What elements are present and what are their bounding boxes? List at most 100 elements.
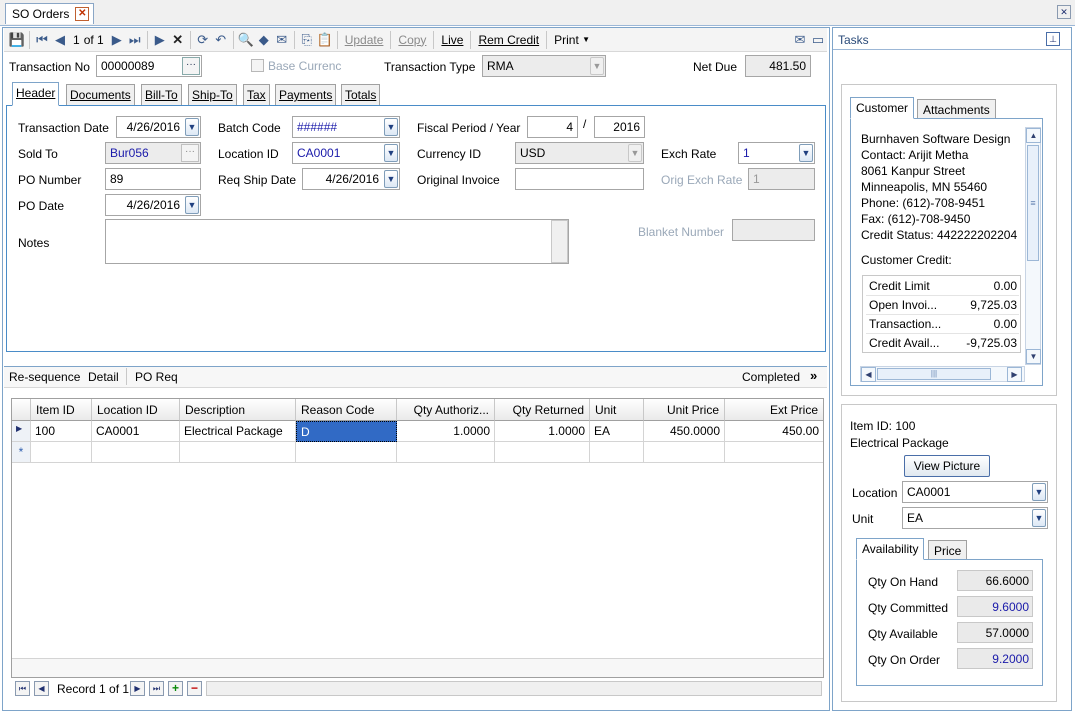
column-header-qty-authorized[interactable]: Qty Authoriz... xyxy=(397,399,495,421)
close-tab-icon[interactable]: ✕ xyxy=(75,7,90,21)
tab-header[interactable]: Header xyxy=(12,82,60,106)
email-icon[interactable]: ✉ xyxy=(273,30,291,50)
transaction-type-select[interactable]: RMA ▼ xyxy=(482,55,606,77)
column-header-item-id[interactable]: Item ID xyxy=(31,399,92,421)
copy-icon[interactable]: ⎘ xyxy=(298,30,316,50)
chevron-down-icon[interactable]: ▼ xyxy=(384,118,398,136)
po-date-input[interactable]: 4/26/2016 ▼ xyxy=(105,194,201,216)
live-button[interactable]: Live xyxy=(437,30,467,50)
location-id-select[interactable]: CA0001 ▼ xyxy=(292,142,400,164)
sold-to-input[interactable]: Bur056 ··· xyxy=(105,142,201,164)
po-req-button[interactable]: PO Req xyxy=(135,370,178,384)
table-cell[interactable]: 100 xyxy=(31,421,92,442)
chevron-down-icon[interactable]: ▼ xyxy=(1032,509,1046,527)
chevron-down-icon[interactable]: ▼ xyxy=(185,196,199,214)
add-record-icon[interactable]: + xyxy=(168,681,183,696)
scroll-left-icon[interactable]: ◀ xyxy=(861,367,876,382)
ellipsis-icon[interactable]: ··· xyxy=(182,57,200,75)
base-currency-checkbox[interactable] xyxy=(251,59,264,72)
chevron-down-icon[interactable]: ▼ xyxy=(384,144,398,162)
scroll-up-icon[interactable]: ▲ xyxy=(1026,128,1041,143)
table-cell[interactable]: 1.0000 xyxy=(495,421,590,442)
chevron-down-icon[interactable]: ▼ xyxy=(1032,483,1046,501)
notes-scrollbar[interactable] xyxy=(551,220,568,263)
close-window-icon[interactable]: ✕ xyxy=(1057,5,1071,19)
tab-totals[interactable]: Totals xyxy=(341,84,381,106)
view-picture-button[interactable]: View Picture xyxy=(904,455,990,477)
last-record-icon[interactable]: ⏭ xyxy=(149,681,164,696)
column-header-reason-code[interactable]: Reason Code xyxy=(296,399,397,421)
tab-documents[interactable]: Documents xyxy=(66,84,135,106)
po-number-input[interactable]: 89 xyxy=(105,168,201,190)
remove-record-icon[interactable]: − xyxy=(187,681,202,696)
update-button[interactable]: Update xyxy=(341,30,388,50)
preview-icon[interactable]: 🔍 xyxy=(237,30,255,50)
ellipsis-icon[interactable]: ··· xyxy=(181,144,199,162)
table-cell[interactable]: EA xyxy=(590,421,644,442)
first-record-icon[interactable]: ⏮ xyxy=(33,30,51,50)
chevron-down-icon[interactable]: ▼ xyxy=(185,118,199,136)
save-icon[interactable]: 💾 xyxy=(8,30,26,50)
qty-committed-value[interactable]: 9.6000 xyxy=(957,596,1033,617)
tab-bill-to[interactable]: Bill-To xyxy=(141,84,182,106)
rem-credit-button[interactable]: Rem Credit xyxy=(474,30,543,50)
tab-attachments[interactable]: Attachments xyxy=(917,99,996,119)
prev-record-icon[interactable]: ◀ xyxy=(34,681,49,696)
transaction-no-input[interactable]: 00000089 ··· xyxy=(96,55,202,77)
table-cell[interactable]: 450.00 xyxy=(725,421,823,442)
new-row-marker[interactable]: * xyxy=(12,442,31,463)
table-cell-selected[interactable]: D xyxy=(296,421,397,442)
next-record-icon[interactable]: ▶ xyxy=(130,681,145,696)
row-selector-icon[interactable]: ▶ xyxy=(12,421,31,442)
scroll-thumb[interactable]: ≡ xyxy=(1027,145,1039,261)
next-record-icon[interactable]: ▶ xyxy=(108,30,126,50)
transaction-date-input[interactable]: 4/26/2016 ▼ xyxy=(116,116,201,138)
resequence-button[interactable]: Re-sequence xyxy=(9,370,80,384)
column-header-unit-price[interactable]: Unit Price xyxy=(644,399,725,421)
scroll-right-icon[interactable]: ▶ xyxy=(1007,367,1022,382)
tab-payments[interactable]: Payments xyxy=(275,84,337,106)
paste-icon[interactable]: 📋 xyxy=(316,30,334,50)
undo-icon[interactable]: ↶ xyxy=(212,30,230,50)
scroll-down-icon[interactable]: ▼ xyxy=(1026,349,1041,364)
original-invoice-input[interactable] xyxy=(515,168,644,190)
prev-record-icon[interactable]: ◀ xyxy=(51,30,69,50)
lookup-icon[interactable]: ◆ xyxy=(255,30,273,50)
column-header-qty-returned[interactable]: Qty Returned xyxy=(495,399,590,421)
double-chevron-right-icon[interactable]: » xyxy=(810,368,817,383)
chevron-down-icon[interactable]: ▼ xyxy=(590,57,604,75)
batch-code-select[interactable]: ###### ▼ xyxy=(292,116,400,138)
column-header-location-id[interactable]: Location ID xyxy=(92,399,180,421)
fiscal-year-input[interactable]: 2016 xyxy=(594,116,645,138)
pin-icon[interactable]: ⊥ xyxy=(1046,32,1060,46)
fiscal-period-input[interactable]: 4 xyxy=(527,116,578,138)
tab-customer[interactable]: Customer xyxy=(850,97,915,119)
column-header-description[interactable]: Description xyxy=(180,399,296,421)
tab-tax[interactable]: Tax xyxy=(243,84,270,106)
currency-id-select[interactable]: USD ▼ xyxy=(515,142,644,164)
table-cell[interactable]: 450.0000 xyxy=(644,421,725,442)
tab-so-orders[interactable]: SO Orders ✕ xyxy=(5,3,95,24)
chevron-down-icon[interactable]: ▼ xyxy=(384,170,398,188)
table-cell[interactable]: Electrical Package xyxy=(180,421,296,442)
task-unit-select[interactable]: EA ▼ xyxy=(902,507,1048,529)
last-record-icon[interactable]: ⏭ xyxy=(126,30,144,50)
detail-button[interactable]: Detail xyxy=(88,370,119,384)
qty-on-order-value[interactable]: 9.2000 xyxy=(957,648,1033,669)
task-location-select[interactable]: CA0001 ▼ xyxy=(902,481,1048,503)
refresh-icon[interactable]: ⟳ xyxy=(194,30,212,50)
table-cell[interactable]: 1.0000 xyxy=(397,421,495,442)
note-icon[interactable]: ▭ xyxy=(809,30,827,50)
print-button[interactable]: Print ▼ xyxy=(550,30,594,50)
exch-rate-select[interactable]: 1 ▼ xyxy=(738,142,815,164)
grid-hscrollbar[interactable] xyxy=(206,681,822,696)
column-header-unit[interactable]: Unit xyxy=(590,399,644,421)
copy-button[interactable]: Copy xyxy=(394,30,430,50)
table-cell[interactable]: CA0001 xyxy=(92,421,180,442)
chevron-down-icon[interactable]: ▼ xyxy=(799,144,813,162)
notes-textarea[interactable] xyxy=(105,219,569,264)
tab-availability[interactable]: Availability xyxy=(856,538,925,560)
first-record-icon[interactable]: ⏮ xyxy=(15,681,30,696)
completed-button[interactable]: Completed xyxy=(742,370,800,384)
tab-price[interactable]: Price xyxy=(928,540,968,560)
